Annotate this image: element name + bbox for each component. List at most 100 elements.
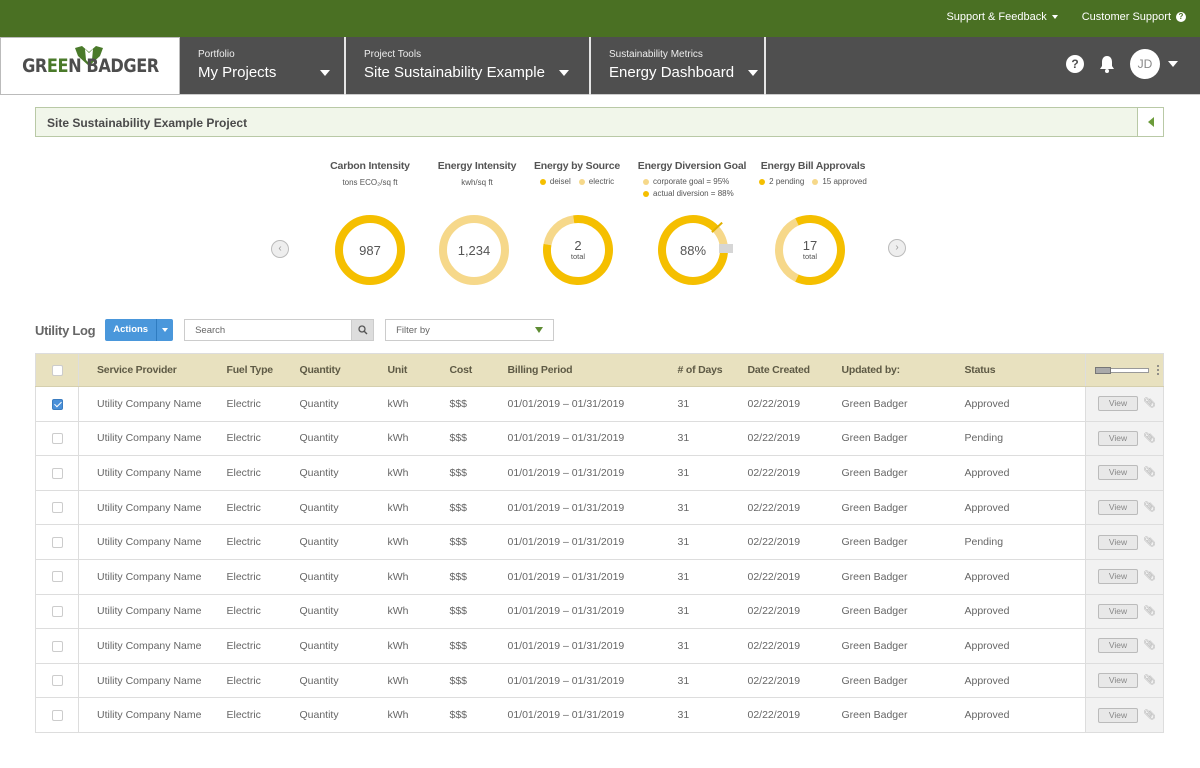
cell-quantity: Quantity	[299, 594, 388, 630]
table-row[interactable]: Utility Company Name Electric Quantity k…	[35, 455, 1164, 491]
row-checkbox[interactable]	[51, 709, 63, 721]
customer-support-label: Customer Support	[1081, 11, 1171, 23]
nav-sustainability-metrics[interactable]: Sustainability Metrics Energy Dashboard	[591, 37, 766, 95]
col-quantity[interactable]: Quantity	[299, 353, 388, 387]
row-checkbox[interactable]	[51, 467, 63, 479]
col-service-provider[interactable]: Service Provider	[78, 353, 227, 387]
nav-project-tools[interactable]: Project Tools Site Sustainability Exampl…	[346, 37, 591, 95]
carousel-prev-button[interactable]: ‹	[271, 240, 289, 258]
carousel-next-button[interactable]: ›	[888, 239, 906, 257]
col-days[interactable]: # of Days	[677, 353, 748, 387]
cell-updated-by: Green Badger	[841, 455, 965, 491]
cell-status: Approved	[964, 559, 1086, 595]
select-all-checkbox[interactable]	[51, 364, 63, 376]
cell-unit: kWh	[387, 663, 450, 699]
table-row[interactable]: Utility Company Name Electric Quantity k…	[35, 663, 1164, 699]
table-row[interactable]: Utility Company Name Electric Quantity k…	[35, 628, 1164, 664]
col-date-created[interactable]: Date Created	[747, 353, 842, 387]
logo[interactable]: GR EE N BADGER	[0, 37, 180, 95]
cell-days: 31	[677, 490, 748, 526]
bell-icon[interactable]	[1098, 55, 1116, 73]
search-button[interactable]	[351, 320, 374, 340]
view-button[interactable]: View	[1098, 465, 1138, 481]
table-row[interactable]: Utility Company Name Electric Quantity k…	[35, 490, 1164, 526]
view-button[interactable]: View	[1098, 500, 1138, 516]
view-button[interactable]: View	[1098, 396, 1138, 412]
paperclip-icon[interactable]: 📎︎	[1143, 675, 1156, 686]
cell-date-created: 02/22/2019	[747, 628, 842, 664]
cell-fuel-type: Electric	[226, 559, 300, 595]
actions-dropdown-toggle[interactable]	[156, 319, 173, 341]
col-updated-by[interactable]: Updated by:	[841, 353, 965, 387]
cell-quantity: Quantity	[299, 421, 388, 457]
col-fuel-type[interactable]: Fuel Type	[226, 353, 300, 387]
chevron-down-icon	[162, 328, 169, 332]
row-checkbox[interactable]	[51, 502, 63, 514]
row-checkbox[interactable]	[51, 675, 63, 687]
view-button[interactable]: View	[1098, 603, 1138, 619]
paperclip-icon[interactable]: 📎︎	[1143, 537, 1156, 548]
table-row[interactable]: Utility Company Name Electric Quantity k…	[35, 697, 1164, 733]
cell-cost: $$$	[449, 386, 508, 422]
collapse-panel-button[interactable]	[1137, 108, 1163, 136]
row-checkbox[interactable]	[51, 398, 63, 410]
nav-portfolio[interactable]: Portfolio My Projects	[180, 37, 346, 95]
row-checkbox[interactable]	[51, 433, 63, 445]
paperclip-icon[interactable]: 📎︎	[1143, 398, 1156, 409]
table-row[interactable]: Utility Company Name Electric Quantity k…	[35, 594, 1164, 630]
paperclip-icon[interactable]: 📎︎	[1143, 606, 1156, 617]
table-row[interactable]: Utility Company Name Electric Quantity k…	[35, 421, 1164, 457]
view-button[interactable]: View	[1098, 534, 1138, 550]
cell-service-provider: Utility Company Name	[78, 697, 227, 733]
table-row[interactable]: Utility Company Name Electric Quantity k…	[35, 386, 1164, 422]
view-button[interactable]: View	[1098, 707, 1138, 723]
cell-cost: $$$	[449, 421, 508, 457]
cell-days: 31	[677, 628, 748, 664]
view-button[interactable]: View	[1098, 638, 1138, 654]
slider-handle[interactable]	[1095, 366, 1111, 374]
view-button[interactable]: View	[1098, 430, 1138, 446]
help-icon[interactable]: ?	[1066, 55, 1084, 73]
support-feedback-menu[interactable]: Support & Feedback	[946, 11, 1058, 23]
row-actions-cell: View 📎︎	[1085, 455, 1164, 491]
cell-days: 31	[677, 697, 748, 733]
col-status[interactable]: Status	[964, 353, 1086, 387]
paperclip-icon[interactable]: 📎︎	[1143, 710, 1156, 721]
row-checkbox[interactable]	[51, 536, 63, 548]
user-avatar[interactable]: JD	[1130, 49, 1160, 79]
more-options-icon[interactable]	[1156, 365, 1159, 376]
help-icon: ?	[1176, 12, 1186, 22]
chevron-down-icon	[320, 69, 331, 76]
actions-button[interactable]: Actions	[105, 319, 174, 341]
cell-status: Pending	[964, 421, 1086, 457]
nav-metrics-label: Sustainability Metrics	[609, 49, 703, 60]
filter-by-select[interactable]: Filter by	[385, 319, 555, 341]
col-cost[interactable]: Cost	[449, 353, 508, 387]
legend-dot-icon	[643, 190, 649, 197]
paperclip-icon[interactable]: 📎︎	[1143, 640, 1156, 651]
cell-date-created: 02/22/2019	[747, 559, 842, 595]
row-checkbox[interactable]	[51, 640, 63, 652]
row-checkbox[interactable]	[51, 571, 63, 583]
table-row[interactable]: Utility Company Name Electric Quantity k…	[35, 524, 1164, 560]
paperclip-icon[interactable]: 📎︎	[1143, 571, 1156, 582]
search-input[interactable]	[185, 320, 352, 340]
col-billing-period[interactable]: Billing Period	[507, 353, 678, 387]
cell-billing-period: 01/01/2019 – 01/31/2019	[507, 697, 678, 733]
table-row[interactable]: Utility Company Name Electric Quantity k…	[35, 559, 1164, 595]
col-unit[interactable]: Unit	[387, 353, 450, 387]
paperclip-icon[interactable]: 📎︎	[1143, 467, 1156, 478]
user-menu-chevron-icon[interactable]	[1168, 61, 1178, 67]
paperclip-icon[interactable]: 📎︎	[1143, 433, 1156, 444]
view-button[interactable]: View	[1098, 673, 1138, 689]
column-width-slider[interactable]	[1095, 366, 1149, 374]
customer-support-link[interactable]: Customer Support ?	[1082, 11, 1186, 23]
cell-billing-period: 01/01/2019 – 01/31/2019	[507, 594, 678, 630]
cell-cost: $$$	[449, 628, 508, 664]
cell-status: Approved	[964, 594, 1086, 630]
cell-quantity: Quantity	[299, 490, 388, 526]
view-button[interactable]: View	[1098, 569, 1138, 585]
row-checkbox[interactable]	[51, 606, 63, 618]
paperclip-icon[interactable]: 📎︎	[1143, 502, 1156, 513]
donut-value: 88%	[679, 242, 707, 258]
